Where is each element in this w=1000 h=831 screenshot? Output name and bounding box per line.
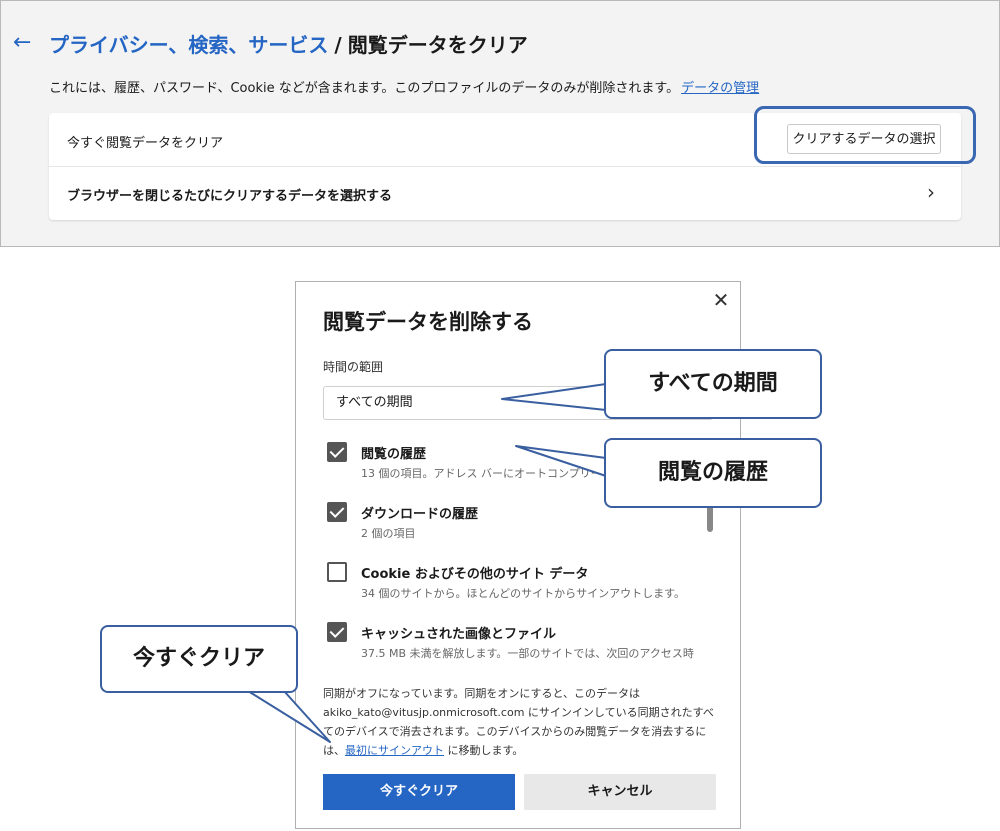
item-subtitle: 2 個の項目 (361, 527, 416, 540)
callout-time-range: すべての期間 (604, 349, 822, 419)
chevron-right-icon: › (927, 180, 935, 204)
item-subtitle: 37.5 MB 未満を解放します。一部のサイトでは、次回のアクセス時 (361, 647, 694, 660)
checkbox-cookies[interactable] (327, 562, 347, 582)
button-highlight-frame (754, 106, 976, 164)
breadcrumb: プライバシー、検索、サービス / 閲覧データをクリア (49, 29, 528, 58)
checkbox-cached-images[interactable] (327, 622, 347, 642)
description-text: これには、履歴、パスワード、Cookie などが含まれます。このプロファイルのデ… (49, 81, 680, 96)
clear-now-label: 今すぐ閲覧データをクリア (67, 136, 224, 151)
sync-note: 同期がオフになっています。同期をオンにすると、このデータは akiko_kato… (323, 684, 715, 760)
manage-data-link[interactable]: データの管理 (681, 81, 759, 96)
item-cached-images[interactable]: キャッシュされた画像とファイル 37.5 MB 未満を解放します。一部のサイトで… (327, 622, 707, 668)
dialog-title: 閲覧データを削除する (323, 310, 533, 334)
item-title: キャッシュされた画像とファイル (361, 627, 557, 642)
cancel-button[interactable]: キャンセル (524, 774, 716, 810)
checkbox-browsing-history[interactable] (327, 442, 347, 462)
breadcrumb-separator: / (334, 33, 342, 57)
item-download-history[interactable]: ダウンロードの履歴 2 個の項目 (327, 502, 707, 548)
checkbox-download-history[interactable] (327, 502, 347, 522)
clear-now-button[interactable]: 今すぐクリア (323, 774, 515, 810)
page-description: これには、履歴、パスワード、Cookie などが含まれます。このプロファイルのデ… (49, 77, 759, 96)
item-title: ダウンロードの履歴 (361, 507, 479, 522)
close-icon[interactable]: ✕ (709, 288, 733, 312)
sync-note-tail: に移動します。 (444, 744, 524, 757)
time-range-label: 時間の範囲 (323, 360, 384, 374)
sign-out-link[interactable]: 最初にサインアウト (345, 744, 444, 757)
page-title: 閲覧データをクリア (347, 33, 528, 57)
clear-on-close-label: ブラウザーを閉じるたびにクリアするデータを選択する (67, 189, 393, 204)
item-title: 閲覧の履歴 (361, 447, 427, 462)
callout-browsing-history: 閲覧の履歴 (604, 438, 822, 508)
item-title: Cookie およびその他のサイト データ (361, 567, 589, 582)
clear-on-close-row[interactable]: ブラウザーを閉じるたびにクリアするデータを選択する › (49, 167, 961, 220)
callout-clear-now: 今すぐクリア (100, 625, 298, 693)
item-subtitle: 34 個のサイトから。ほとんどのサイトからサインアウトします。 (361, 587, 686, 600)
item-cookies[interactable]: Cookie およびその他のサイト データ 34 個のサイトから。ほとんどのサイ… (327, 562, 707, 608)
scrollbar-thumb[interactable] (707, 504, 713, 532)
back-arrow-icon[interactable]: ← (13, 31, 37, 55)
breadcrumb-link-privacy[interactable]: プライバシー、検索、サービス (49, 33, 328, 57)
